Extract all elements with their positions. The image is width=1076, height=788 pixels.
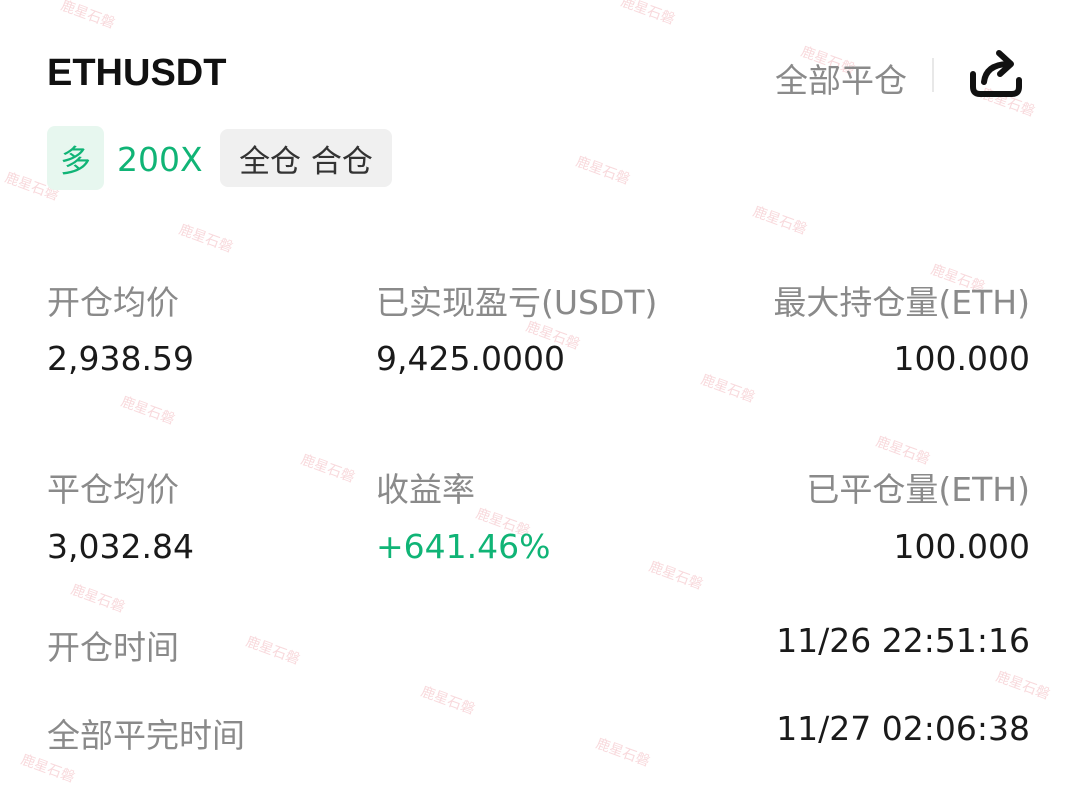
watermark-layer: 鹿星石磐 鹿星石磐 鹿星石磐 鹿星石磐 鹿星石磐 鹿星石磐 鹿星石磐 鹿星石磐 …: [0, 0, 1076, 788]
roi-value: +641.46%: [376, 527, 551, 566]
leverage-tag: 200X: [117, 140, 203, 179]
closed-qty-label: 已平仓量(ETH): [806, 470, 1030, 509]
side-tag: 多: [47, 126, 104, 190]
watermark: 鹿星石磐: [418, 683, 477, 719]
close-avg-value: 3,032.84: [47, 527, 194, 566]
watermark: 鹿星石磐: [993, 668, 1052, 704]
realized-pnl-label: 已实现盈亏(USDT): [376, 283, 658, 322]
close-all-button[interactable]: 全部平仓: [775, 54, 907, 102]
header-divider: [932, 58, 934, 92]
watermark: 鹿星石磐: [618, 0, 677, 29]
max-position-value: 100.000: [893, 339, 1030, 378]
watermark: 鹿星石磐: [68, 581, 127, 617]
symbol-title: ETHUSDT: [47, 52, 227, 94]
watermark: 鹿星石磐: [646, 558, 705, 594]
open-avg-value: 2,938.59: [47, 339, 194, 378]
watermark: 鹿星石磐: [58, 0, 117, 33]
open-time-value: 11/26 22:51:16: [776, 621, 1030, 660]
margin-mode-tag: 全仓 合仓: [220, 129, 392, 187]
close-avg-label: 平仓均价: [47, 470, 179, 509]
full-close-time-label: 全部平完时间: [47, 716, 245, 755]
watermark: 鹿星石磐: [176, 221, 235, 257]
watermark: 鹿星石磐: [118, 393, 177, 429]
open-time-label: 开仓时间: [47, 628, 179, 667]
max-position-label: 最大持仓量(ETH): [773, 283, 1030, 322]
full-close-time-value: 11/27 02:06:38: [776, 709, 1030, 748]
watermark: 鹿星石磐: [573, 153, 632, 189]
closed-qty-value: 100.000: [893, 527, 1030, 566]
realized-pnl-value: 9,425.0000: [376, 339, 565, 378]
watermark: 鹿星石磐: [698, 371, 757, 407]
card-header: ETHUSDT 全部平仓: [47, 44, 1029, 104]
watermark: 鹿星石磐: [593, 735, 652, 771]
watermark: 鹿星石磐: [243, 633, 302, 669]
roi-label: 收益率: [376, 470, 475, 509]
watermark: 鹿星石磐: [750, 203, 809, 239]
open-avg-label: 开仓均价: [47, 283, 179, 322]
share-icon[interactable]: [967, 44, 1025, 100]
watermark: 鹿星石磐: [298, 451, 357, 487]
